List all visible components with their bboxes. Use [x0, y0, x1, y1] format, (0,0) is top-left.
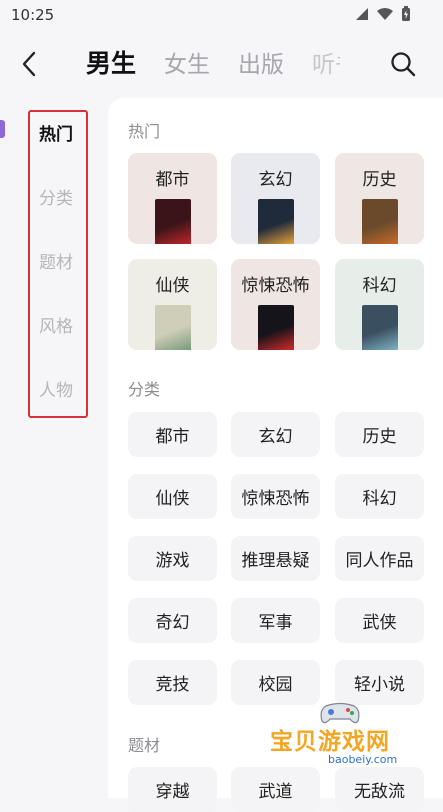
category-pill[interactable]: 轻小说: [335, 660, 424, 705]
sidebar-item-character[interactable]: 人物: [39, 376, 73, 401]
category-pill[interactable]: 推理悬疑: [231, 536, 320, 581]
tab-female[interactable]: 女生: [164, 45, 210, 79]
category-pill[interactable]: 惊悚恐怖: [231, 474, 320, 519]
status-time: 10:25: [11, 6, 55, 24]
hot-card-label: 科幻: [362, 276, 397, 296]
watermark-title: 宝贝游戏网: [270, 729, 390, 755]
hot-card-label: 历史: [362, 170, 397, 190]
tab-publish[interactable]: 出版: [238, 45, 284, 79]
search-button[interactable]: [389, 50, 417, 78]
book-cover-image: [361, 199, 398, 244]
category-pill[interactable]: 校园: [231, 660, 320, 705]
theme-pill[interactable]: 穿越: [128, 767, 217, 812]
book-cover-image: [154, 199, 191, 244]
section-title-theme: 题材: [128, 736, 161, 755]
hot-card[interactable]: 科幻: [335, 259, 424, 350]
theme-pill[interactable]: 武道: [231, 767, 320, 812]
sidebar-item-category[interactable]: 分类: [39, 184, 73, 209]
section-title-hot: 热门: [128, 122, 161, 141]
active-indicator: [0, 120, 5, 138]
hot-card-label: 玄幻: [258, 170, 293, 190]
main-panel: 热门 都市 玄幻 历史 仙侠 惊悚恐怖 科幻 分类 都市 玄幻 历史 仙侠 惊悚恐怖 科幻 游戏 推理悬…: [108, 98, 443, 812]
hot-card[interactable]: 仙侠: [128, 259, 217, 350]
category-pill[interactable]: 武侠: [335, 598, 424, 643]
watermark-logo: 宝贝游戏网 baobeiy.com: [266, 700, 416, 766]
category-pill[interactable]: 仙侠: [128, 474, 217, 519]
category-pill[interactable]: 奇幻: [128, 598, 217, 643]
book-cover-image: [361, 305, 398, 350]
watermark-url: baobeiy.com: [328, 753, 398, 766]
hot-card[interactable]: 都市: [128, 153, 217, 244]
book-cover-image: [257, 305, 294, 350]
channel-tabs: 男生 女生 出版 听书: [86, 44, 340, 80]
hot-card[interactable]: 惊悚恐怖: [231, 259, 320, 350]
category-pill[interactable]: 历史: [335, 412, 424, 457]
sidebar-item-theme[interactable]: 题材: [39, 248, 73, 273]
signal-icon: [356, 8, 368, 20]
status-icons: [355, 6, 411, 22]
hot-card[interactable]: 历史: [335, 153, 424, 244]
back-arrow-icon: [22, 51, 36, 77]
hot-card[interactable]: 玄幻: [231, 153, 320, 244]
hot-card-label: 都市: [155, 170, 190, 190]
category-pill[interactable]: 科幻: [335, 474, 424, 519]
sidebar-item-style[interactable]: 风格: [39, 312, 73, 337]
battery-icon: [402, 6, 410, 21]
top-nav: 男生 女生 出版 听书: [0, 40, 443, 88]
category-pill[interactable]: 同人作品: [335, 536, 424, 581]
category-pill[interactable]: 玄幻: [231, 412, 320, 457]
wifi-icon: [377, 8, 393, 20]
book-cover-image: [154, 305, 191, 350]
category-pill[interactable]: 都市: [128, 412, 217, 457]
category-pill[interactable]: 军事: [231, 598, 320, 643]
search-icon: [391, 52, 416, 77]
hot-card-label: 惊悚恐怖: [241, 276, 310, 296]
back-button[interactable]: [16, 50, 44, 78]
status-bar: 10:25: [0, 0, 443, 32]
tab-audiobook[interactable]: 听书: [312, 45, 340, 79]
section-title-category: 分类: [128, 380, 161, 399]
category-pill[interactable]: 游戏: [128, 536, 217, 581]
theme-pill[interactable]: 无敌流: [335, 767, 424, 812]
category-pill[interactable]: 竞技: [128, 660, 217, 705]
hot-card-label: 仙侠: [155, 276, 190, 296]
book-cover-image: [257, 199, 294, 244]
sidebar-item-hot[interactable]: 热门: [39, 120, 73, 145]
tab-male[interactable]: 男生: [86, 44, 136, 80]
category-sidebar: 热门 分类 题材 风格 人物: [0, 98, 108, 788]
